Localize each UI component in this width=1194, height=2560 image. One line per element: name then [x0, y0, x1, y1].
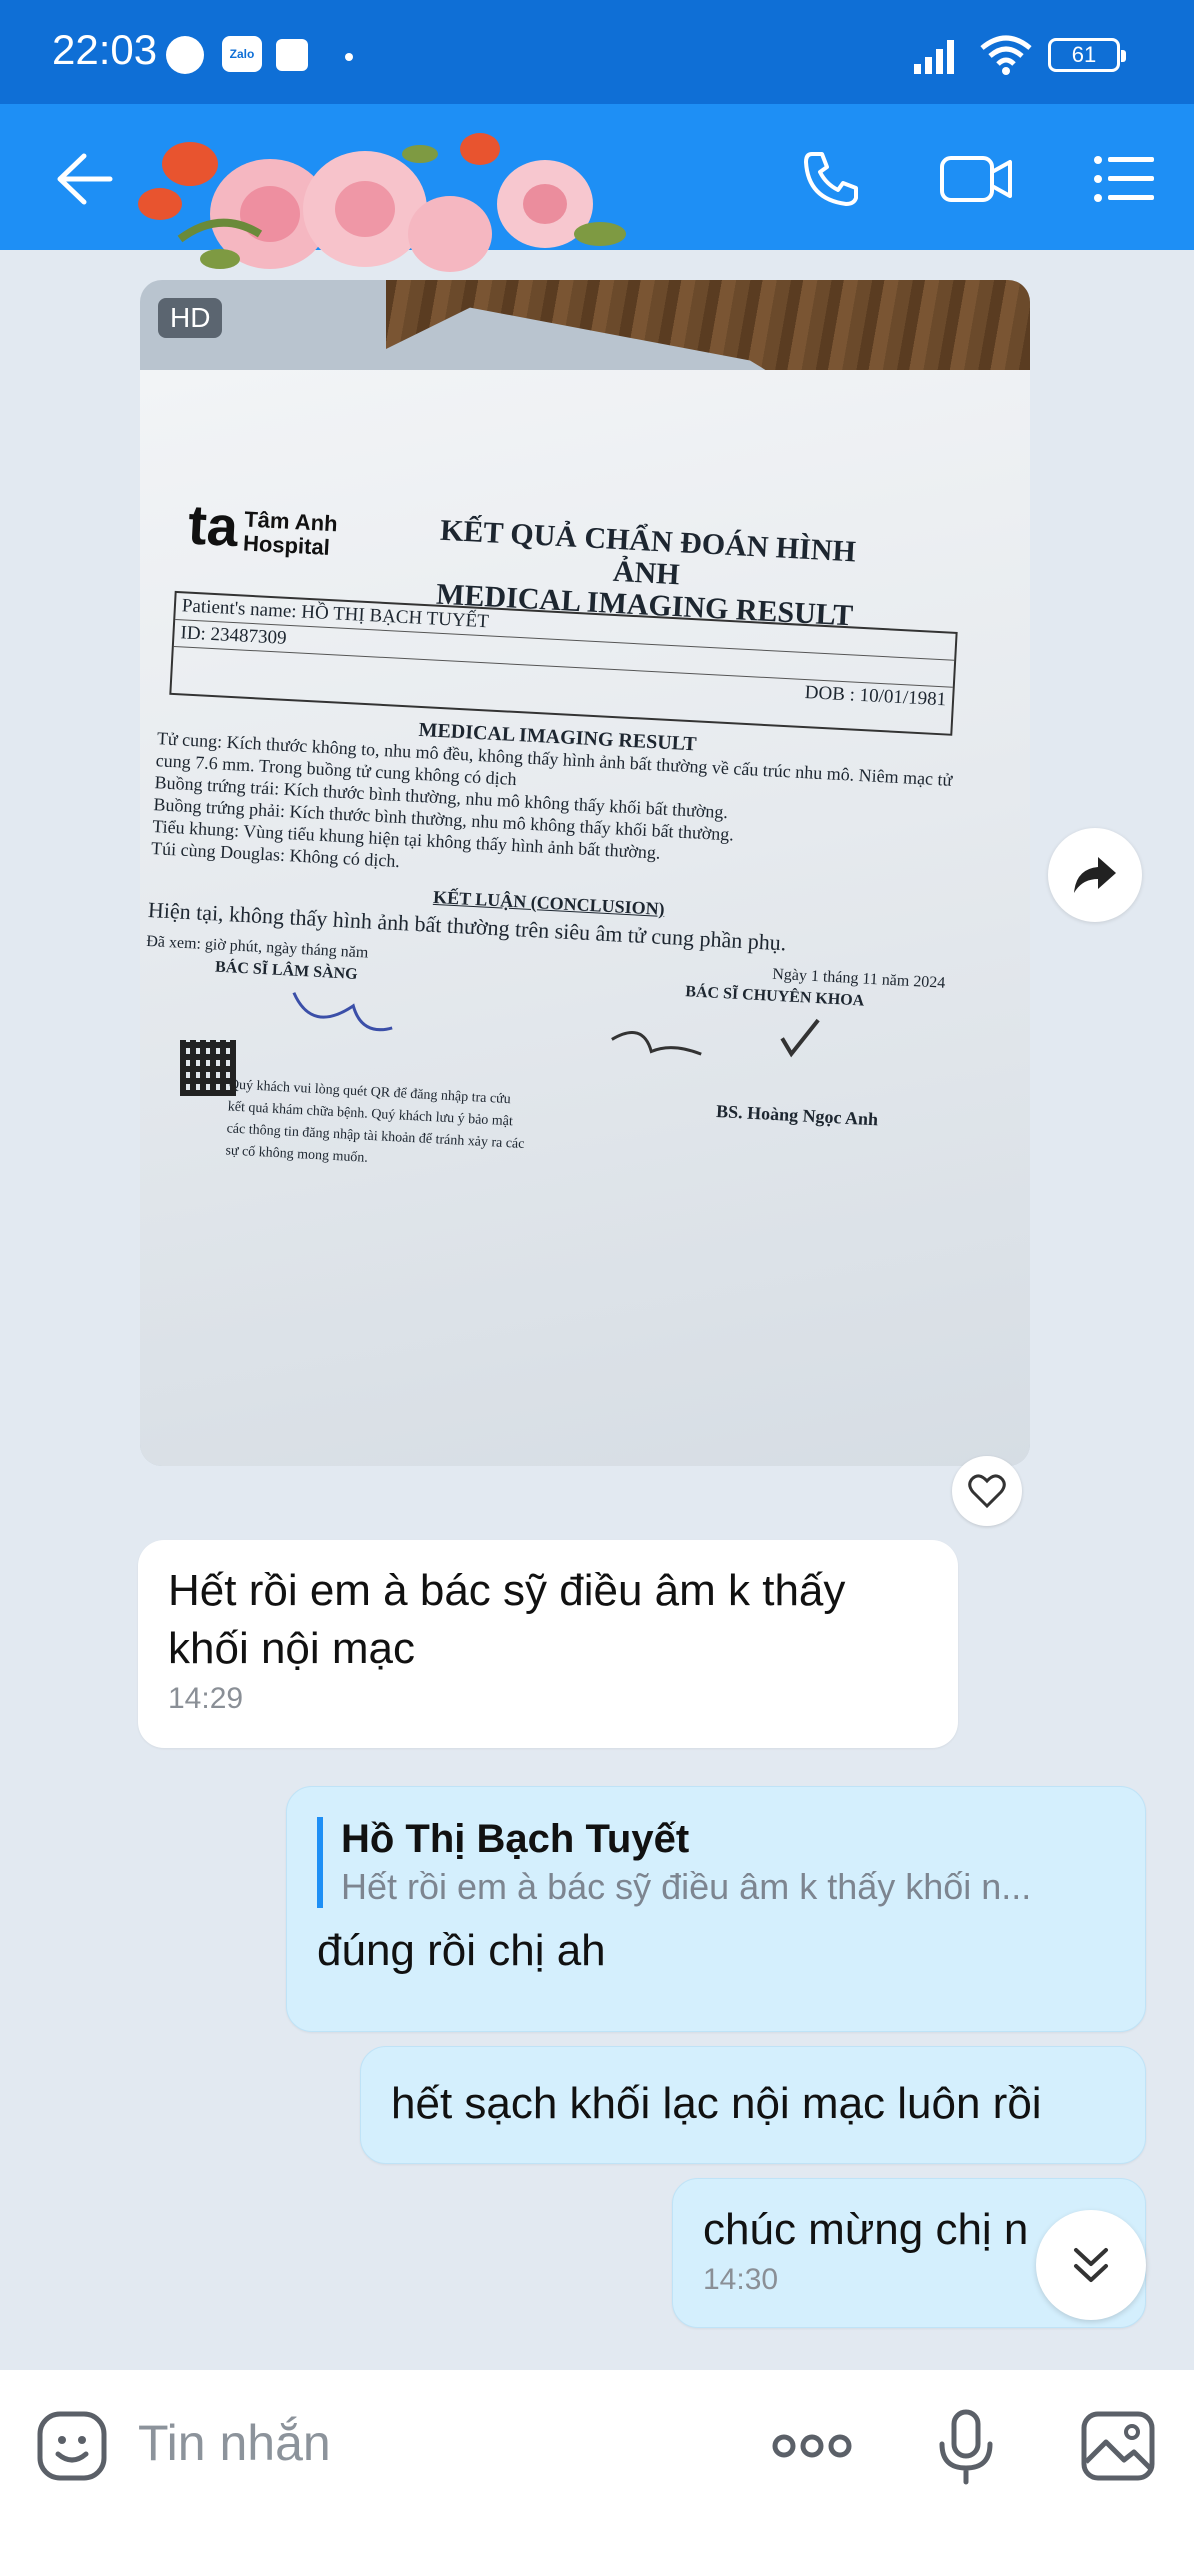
upload-notification-icon: [276, 39, 308, 71]
list-menu-icon[interactable]: [1090, 144, 1160, 214]
double-chevron-down-icon: [1074, 2248, 1108, 2282]
medical-document-photo: ta Tâm Anh Hospital KẾT QUẢ CHẨN ĐOÁN HÌN…: [140, 370, 1030, 1466]
message-text: hết sạch khối lạc nội mạc luôn rồi: [391, 2079, 1042, 2128]
wifi-icon: [980, 35, 1032, 75]
sticker-emoji-icon[interactable]: [32, 2406, 112, 2486]
share-arrow-icon: [1074, 857, 1116, 893]
more-options-icon[interactable]: [770, 2406, 854, 2486]
outgoing-message[interactable]: hết sạch khối lạc nội mạc luôn rồi: [360, 2046, 1146, 2164]
message-input-bar: Tin nhắn: [0, 2370, 1194, 2560]
hospital-logo: ta Tâm Anh Hospital: [186, 492, 339, 561]
status-time: 22:03: [52, 26, 158, 73]
battery-indicator: 61: [1048, 38, 1126, 72]
quoted-message[interactable]: Hồ Thị Bạch Tuyết Hết rồi em à bác sỹ đi…: [317, 1817, 1115, 1908]
scroll-to-bottom-button[interactable]: [1036, 2210, 1146, 2320]
message-time: 14:29: [168, 1682, 244, 1715]
messenger-notification-icon: [166, 36, 204, 74]
flower-decoration-avatar: [138, 133, 626, 272]
heart-icon: [968, 1474, 1006, 1509]
quote-text: Hết rồi em à bác sỹ điều âm k thấy khối …: [341, 1866, 1032, 1907]
qr-code: [180, 1040, 236, 1096]
outgoing-reply-message[interactable]: Hồ Thị Bạch Tuyết Hết rồi em à bác sỹ đi…: [286, 1786, 1146, 2032]
message-input[interactable]: Tin nhắn: [138, 2414, 331, 2472]
hd-badge: HD: [158, 298, 223, 338]
signal-icon: [914, 40, 954, 74]
microphone-icon[interactable]: [926, 2406, 1006, 2486]
message-text: đúng rồi chị ah: [317, 1926, 606, 1975]
back-arrow-icon[interactable]: [52, 148, 114, 210]
image-message-medical-result[interactable]: ta Tâm Anh Hospital KẾT QUẢ CHẨN ĐOÁN HÌN…: [140, 280, 1030, 1466]
forward-share-button[interactable]: [1048, 828, 1142, 922]
document-content: ta Tâm Anh Hospital KẾT QUẢ CHẨN ĐOÁN HÌN…: [146, 490, 1009, 1166]
incoming-message[interactable]: Hết rồi em à bác sỹ điều âm k thấy khối …: [138, 1540, 958, 1748]
chat-header: [0, 104, 1194, 272]
image-gallery-icon[interactable]: [1078, 2406, 1158, 2486]
battery-level: 61: [1071, 42, 1097, 67]
reaction-heart-button[interactable]: [952, 1456, 1022, 1526]
chat-messages-area[interactable]: ta Tâm Anh Hospital KẾT QUẢ CHẨN ĐOÁN HÌN…: [0, 250, 1194, 2370]
more-notifications-dot: [345, 53, 353, 61]
video-call-icon[interactable]: [938, 144, 1014, 214]
quote-author: Hồ Thị Bạch Tuyết: [341, 1817, 690, 1861]
document-body: MEDICAL IMAGING RESULT Tử cung: Kích thư…: [140, 705, 958, 1199]
zalo-notification-icon: Zalo: [222, 36, 262, 72]
message-text: Hết rồi em à bác sỹ điều âm k thấy khối …: [168, 1566, 846, 1673]
phone-call-icon[interactable]: [796, 144, 866, 214]
